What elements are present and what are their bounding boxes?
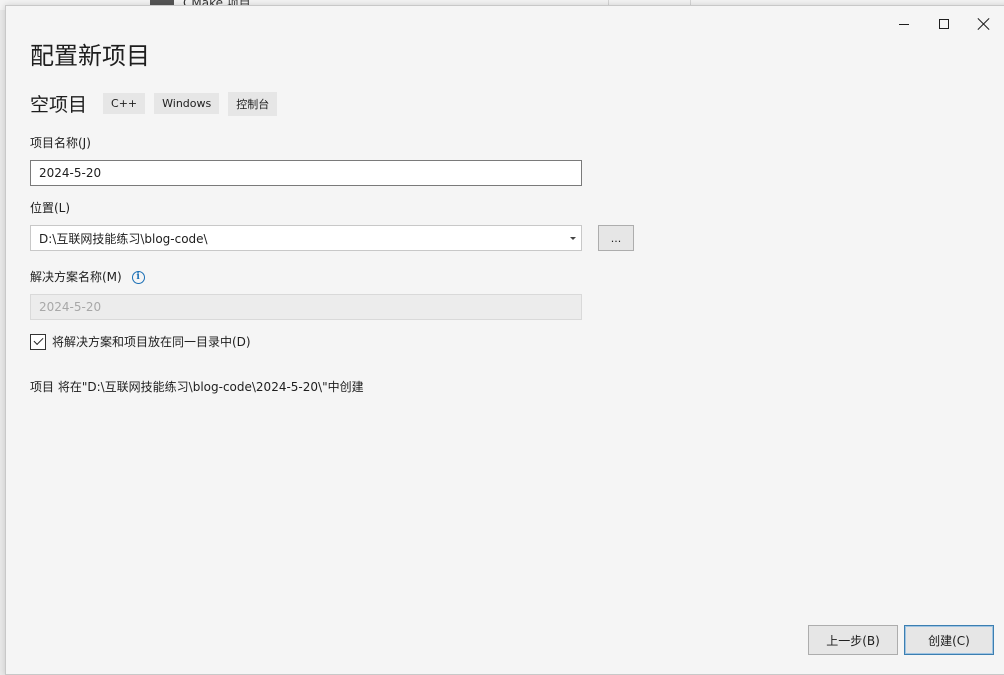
project-name-label: 项目名称(J) [30, 136, 91, 150]
window-controls [884, 10, 1004, 38]
close-button[interactable] [964, 10, 1004, 38]
dropdown-arrow-icon[interactable] [565, 226, 581, 250]
configure-project-dialog: 配置新项目 空项目 C++ Windows 控制台 项目名称(J) 位置(L) … [5, 5, 1004, 675]
same-directory-label[interactable]: 将解决方案和项目放在同一目录中(D) [52, 333, 251, 350]
location-value: D:\互联网技能练习\blog-code\ [39, 231, 208, 246]
maximize-icon [939, 19, 949, 29]
template-name: 空项目 [30, 94, 88, 116]
tag-language: C++ [103, 93, 146, 114]
same-directory-option[interactable]: 将解决方案和项目放在同一目录中(D) [30, 333, 251, 350]
solution-name-value: 2024-5-20 [39, 300, 102, 314]
solution-name-label: 解决方案名称(M) [30, 270, 122, 284]
page-title: 配置新项目 [30, 42, 150, 70]
back-button[interactable]: 上一步(B) [808, 625, 898, 655]
minimize-button[interactable] [884, 10, 924, 38]
location-combobox[interactable]: D:\互联网技能练习\blog-code\ [30, 225, 582, 251]
minimize-icon [899, 23, 909, 25]
info-icon[interactable]: i [131, 271, 145, 284]
tag-platform: Windows [154, 93, 220, 114]
creation-path-note: 项目 将在"D:\互联网技能练习\blog-code\2024-5-20\"中创… [30, 380, 364, 394]
solution-name-label-row: 解决方案名称(M) i [30, 268, 145, 285]
location-label: 位置(L) [30, 201, 71, 215]
tag-project-type: 控制台 [228, 91, 278, 116]
create-button[interactable]: 创建(C) [904, 625, 994, 655]
same-directory-checkbox[interactable] [30, 333, 46, 350]
browse-button[interactable]: ... [598, 225, 634, 251]
solution-name-input: 2024-5-20 [30, 294, 582, 320]
maximize-button[interactable] [924, 10, 964, 38]
checkmark-icon [33, 335, 43, 346]
template-summary: 空项目 C++ Windows 控制台 [30, 90, 286, 117]
close-icon [978, 18, 990, 30]
project-name-input[interactable] [30, 160, 582, 186]
